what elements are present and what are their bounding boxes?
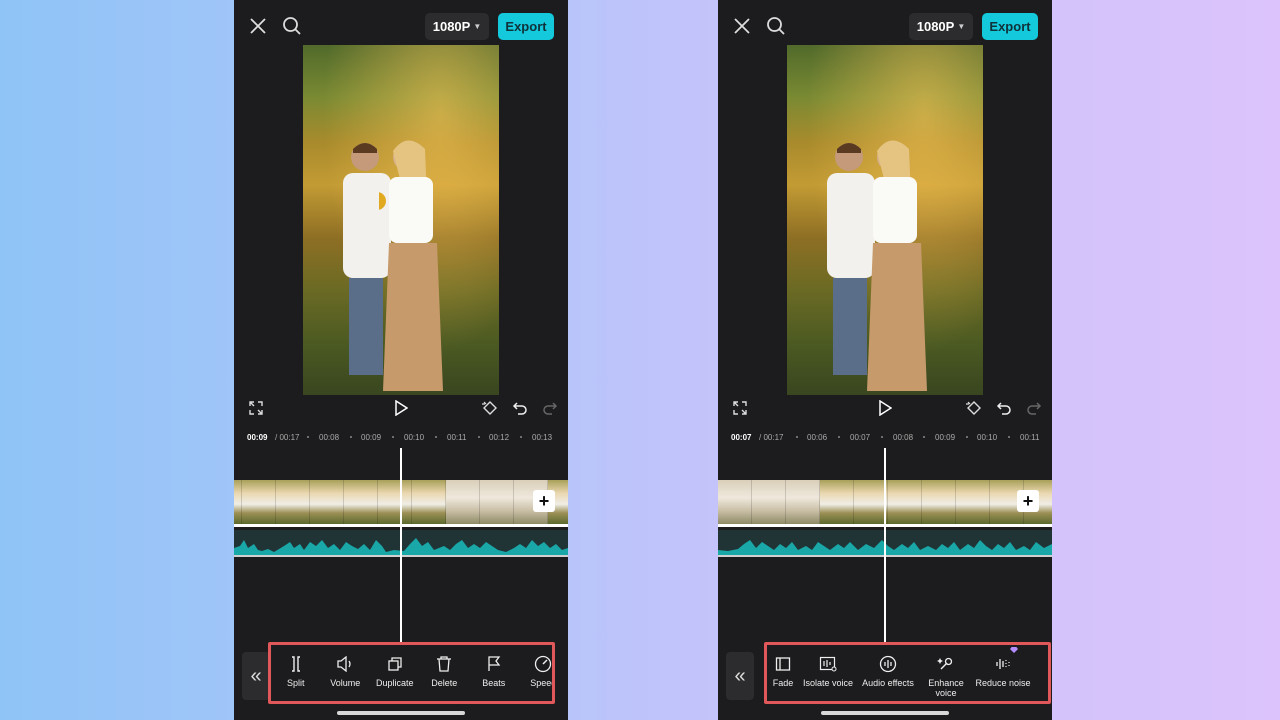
- ruler-tick: 00:07: [850, 433, 871, 442]
- ruler-tick: 00:12: [489, 433, 510, 442]
- playhead[interactable]: [884, 448, 886, 644]
- close-icon[interactable]: [244, 12, 272, 40]
- delete-icon: [433, 653, 455, 675]
- resolution-label: 1080P: [432, 19, 471, 34]
- beats-flag-icon: [483, 653, 505, 675]
- redo-icon[interactable]: [1024, 398, 1044, 418]
- add-clip-button[interactable]: +: [533, 490, 555, 512]
- split-label: Split: [286, 678, 305, 688]
- editor-screen-right: 1080P ▼ Export 00:07 / 00:17 00:06 00:07…: [718, 0, 1052, 720]
- timeline-ruler: 00:09 / 00:17 00:08 00:09 00:10 00:11 00…: [234, 428, 568, 446]
- speed-icon: [532, 653, 552, 675]
- preview-image-woman: [867, 140, 927, 391]
- ruler-tick: 00:10: [977, 433, 998, 442]
- volume-button[interactable]: Volume: [321, 651, 371, 688]
- fullscreen-icon[interactable]: [246, 398, 266, 418]
- video-preview: [787, 45, 983, 395]
- export-button[interactable]: Export: [982, 13, 1038, 40]
- playhead[interactable]: [400, 448, 402, 644]
- fade-button[interactable]: Fade: [767, 651, 799, 688]
- split-button[interactable]: Split: [271, 651, 321, 688]
- fade-icon: [772, 653, 794, 675]
- highlighted-toolset: Fade Isolate voice Audio effects Enhance…: [764, 642, 1051, 704]
- isolate-voice-icon: [817, 653, 839, 675]
- fullscreen-icon[interactable]: [730, 398, 750, 418]
- ruler-tick: 00:06: [807, 433, 828, 442]
- current-time: 00:07: [731, 433, 752, 442]
- ruler-tick: 00:11: [1020, 433, 1040, 442]
- duplicate-icon: [384, 653, 406, 675]
- caret-down-icon: ▼: [957, 22, 966, 31]
- ruler-tick: 00:10: [404, 433, 425, 442]
- delete-label: Delete: [431, 678, 458, 688]
- speed-label: Speed: [530, 678, 555, 688]
- beats-label: Beats: [482, 678, 506, 688]
- premium-gem-icon: [1010, 647, 1018, 653]
- total-time: / 00:17: [275, 433, 300, 442]
- isolate-voice-button[interactable]: Isolate voice: [799, 651, 857, 688]
- volume-label: Volume: [330, 678, 361, 688]
- ruler-tick: 00:08: [893, 433, 914, 442]
- undo-icon[interactable]: [994, 398, 1014, 418]
- ruler-tick: 00:13: [532, 433, 553, 442]
- ruler-tick: 00:09: [935, 433, 956, 442]
- collapse-back-icon[interactable]: «: [726, 652, 754, 700]
- resolution-dropdown[interactable]: 1080P ▼: [909, 13, 973, 40]
- close-icon[interactable]: [728, 12, 756, 40]
- enhance-voice-icon: [935, 653, 957, 675]
- timeline-ruler: 00:07 / 00:17 00:06 00:07 00:08 00:09 00…: [718, 428, 1052, 446]
- export-button[interactable]: Export: [498, 13, 554, 40]
- reduce-noise-button[interactable]: Reduce noise: [973, 647, 1033, 688]
- reduce-noise-label: Reduce noise: [975, 678, 1031, 688]
- redo-icon[interactable]: [540, 398, 560, 418]
- ruler-tick: 00:08: [319, 433, 340, 442]
- home-indicator: [821, 711, 949, 715]
- preview-controls: [718, 396, 1052, 424]
- keyframe-icon[interactable]: [480, 398, 500, 418]
- bottom-toolbar: « Fade Isolate voice Audio effects Enhan…: [718, 642, 1052, 720]
- duplicate-button[interactable]: Duplicate: [370, 651, 420, 688]
- volume-icon: [334, 653, 356, 675]
- bottom-toolbar: « Split Volume Duplicate Delete Beats Sp…: [234, 642, 568, 720]
- play-icon[interactable]: [391, 398, 411, 418]
- keyframe-icon[interactable]: [964, 398, 984, 418]
- editor-screen-left: 1080P ▼ Export 00:09 / 00:17 00:08 00:09…: [234, 0, 568, 720]
- isolate-voice-label: Isolate voice: [802, 678, 854, 688]
- split-icon: [285, 653, 307, 675]
- undo-icon[interactable]: [510, 398, 530, 418]
- enhance-voice-button[interactable]: Enhance voice: [919, 651, 973, 698]
- fade-label: Fade: [772, 678, 794, 688]
- beats-button[interactable]: Beats: [469, 651, 519, 688]
- audio-effects-icon: [877, 653, 899, 675]
- preview-controls: [234, 396, 568, 424]
- search-icon[interactable]: [762, 12, 790, 40]
- resolution-label: 1080P: [916, 19, 955, 34]
- ruler-tick: 00:09: [361, 433, 382, 442]
- home-indicator: [337, 711, 465, 715]
- video-preview: [303, 45, 499, 395]
- total-time: / 00:17: [759, 433, 784, 442]
- reduce-noise-icon: [992, 647, 1018, 675]
- search-icon[interactable]: [278, 12, 306, 40]
- add-clip-button[interactable]: +: [1017, 490, 1039, 512]
- current-time: 00:09: [247, 433, 268, 442]
- ruler-tick: 00:11: [447, 433, 467, 442]
- audio-effects-label: Audio effects: [862, 678, 914, 688]
- delete-button[interactable]: Delete: [420, 651, 470, 688]
- resolution-dropdown[interactable]: 1080P ▼: [425, 13, 489, 40]
- speed-button[interactable]: Speed: [519, 651, 555, 688]
- audio-effects-button[interactable]: Audio effects: [857, 651, 919, 688]
- highlighted-toolset: Split Volume Duplicate Delete Beats Spee…: [268, 642, 555, 704]
- duplicate-label: Duplicate: [375, 678, 414, 688]
- play-icon[interactable]: [875, 398, 895, 418]
- collapse-back-icon[interactable]: «: [242, 652, 270, 700]
- preview-image-woman: [379, 140, 443, 391]
- caret-down-icon: ▼: [473, 22, 482, 31]
- enhance-voice-label: Enhance voice: [928, 678, 964, 698]
